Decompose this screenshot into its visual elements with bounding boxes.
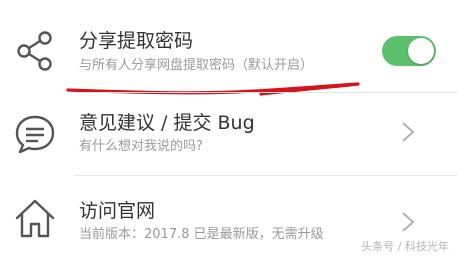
home-icon [15,199,55,238]
feedback-row[interactable]: 意见建议 / 提交 Bug 有什么想对我说的吗? [0,92,457,175]
feedback-subtitle: 有什么想对我说的吗? [79,139,203,154]
version-status-text: 当前版本：2017.8 已是最新版，无需升级 [79,227,324,242]
share-password-subtitle: 与所有人分享网盘提取密码（默认开启） [79,58,314,73]
website-title: 访问官网 [79,200,156,222]
toggle-knob [408,38,434,64]
settings-page: 分享提取密码 与所有人分享网盘提取密码（默认开启） 意见建议 / 提交 Bug … [0,0,457,260]
share-password-toggle[interactable] [382,36,436,66]
share-password-row[interactable]: 分享提取密码 与所有人分享网盘提取密码（默认开启） [0,0,457,92]
chevron-right-icon [402,212,415,232]
feedback-title: 意见建议 / 提交 Bug [79,112,255,134]
chat-bubble-icon [15,115,55,154]
watermark: 头条号 / 科技光年 [361,240,449,253]
share-password-title: 分享提取密码 [79,30,194,52]
share-icon [17,31,52,71]
chevron-right-icon [402,122,415,142]
